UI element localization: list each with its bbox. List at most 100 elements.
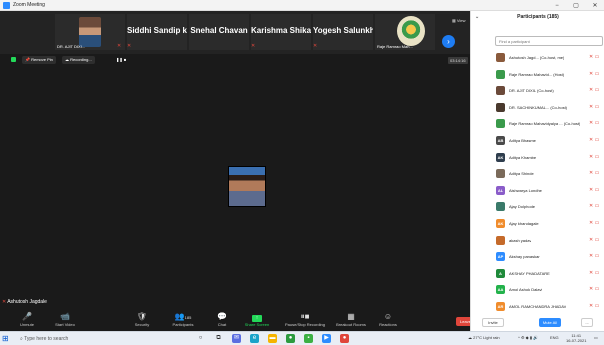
mic-video-off-icon: ✕ ▭ xyxy=(589,120,600,127)
encryption-shield-icon[interactable] xyxy=(11,57,16,62)
meeting-area: DR. AJIT DIXI... ✕ Siddhi Sandip k... ✕ … xyxy=(0,11,470,311)
mic-muted-icon: ✕ xyxy=(313,43,318,49)
participant-name: Aditya Shinde xyxy=(509,171,534,177)
app-window: Zoom Meeting − ▢ ✕ DR. AJIT DIXI... ✕ Si… xyxy=(0,0,604,345)
unmute-label: Unmute xyxy=(19,322,34,327)
participant-row[interactable]: akash yadav ✕ ▭ xyxy=(471,233,604,250)
college-logo-icon xyxy=(397,16,425,46)
mic-video-off-icon: ✕ ▭ xyxy=(589,203,600,210)
zoom-taskbar-icon[interactable]: ▶ xyxy=(322,334,331,343)
view-button[interactable]: ▦ View xyxy=(452,18,466,23)
cloud-icon: ☁ xyxy=(65,57,69,62)
participant-row[interactable]: AK Aditya Khambe ✕ ▭ xyxy=(471,150,604,167)
participant-row[interactable]: Ashutosh Jagd... (Co-host, me) ✕ ▭ xyxy=(471,50,604,67)
thumbnail-2[interactable]: Snehal Chavan xyxy=(189,14,249,50)
thumbnail-4[interactable]: Yogesh Salunkhe ✕ xyxy=(313,14,373,50)
chrome-icon[interactable]: ● xyxy=(286,334,295,343)
participant-row[interactable]: AP Akshay panaskar ✕ ▭ xyxy=(471,249,604,266)
reactions-label: Reactions xyxy=(379,322,397,327)
more-options-button[interactable]: ... xyxy=(581,318,593,327)
participant-row[interactable]: Ajay Dolphode ✕ ▭ xyxy=(471,199,604,216)
participant-row[interactable]: AR AMOL RAMCHANDRA JHADAV ✕ ▭ xyxy=(471,299,604,316)
participant-row[interactable]: Raje Ramrao Mahavidyalya ... (Co-host) ✕ … xyxy=(471,116,604,133)
start-video-label: Start Video xyxy=(55,322,75,327)
breakout-rooms-button[interactable]: ▦ Breakout Rooms xyxy=(332,311,370,331)
taskbar-search[interactable]: ⌕ Type here to search xyxy=(18,334,168,344)
thumbnail-1[interactable]: Siddhi Sandip k... ✕ xyxy=(127,14,187,50)
share-screen-button[interactable]: ↑ Share Screen xyxy=(240,311,274,331)
cortana-icon[interactable]: ○ xyxy=(196,334,205,343)
task-view-icon[interactable]: ⧉ xyxy=(214,334,223,343)
avatar xyxy=(496,119,505,129)
title-bar: Zoom Meeting − ▢ ✕ xyxy=(0,0,604,11)
stop-icon[interactable]: ■ xyxy=(124,57,126,62)
participant-row[interactable]: AK Ajay khandagale ✕ ▭ xyxy=(471,216,604,233)
participants-button[interactable]: 👥185 Participants xyxy=(166,311,200,331)
participant-row[interactable]: A AKSHAY PHADATARE ✕ ▭ xyxy=(471,266,604,283)
view-label: View xyxy=(456,18,466,23)
participants-icon-wrap: 👥185 xyxy=(166,311,200,322)
pause-stop-recording-label: Pause/Stop Recording xyxy=(284,322,326,327)
participant-row[interactable]: AA Amol Ashok Dalavi ✕ ▭ xyxy=(471,282,604,299)
chat-label: Chat xyxy=(217,322,227,327)
weather-icon: ☁ xyxy=(468,335,472,340)
smiley-icon: ☺ xyxy=(383,312,393,321)
participant-row[interactable]: AB Aditya Bhasme ✕ ▭ xyxy=(471,133,604,150)
mute-all-button[interactable]: Mute All xyxy=(539,318,561,327)
pause-stop-recording-button[interactable]: ⏸■ Pause/Stop Recording xyxy=(280,311,330,331)
windows-start-icon[interactable]: ⊞ xyxy=(2,334,11,343)
mic-muted-icon: ✕ xyxy=(117,43,122,49)
participant-row[interactable]: DR. AJIT DIXIL (Co-host) ✕ ▭ xyxy=(471,83,604,100)
thumbnail-0[interactable]: DR. AJIT DIXI... ✕ xyxy=(55,14,125,50)
participant-row[interactable]: DR. SACHINKUMAL... (Co-host) ✕ ▭ xyxy=(471,100,604,117)
thumbnail-3[interactable]: Karishma Shikal... ✕ xyxy=(251,14,311,50)
notifications-icon[interactable]: ▭ xyxy=(594,335,598,340)
mic-video-off-icon: ✕ ▭ xyxy=(589,70,600,77)
clock[interactable]: 11:41 16-07-2021 xyxy=(566,333,586,343)
participant-row[interactable]: Aditya Shinde ✕ ▭ xyxy=(471,166,604,183)
meeting-timer: 03:14:16 xyxy=(448,57,468,64)
weather-widget[interactable]: ☁ 27°C Light rain xyxy=(468,335,500,340)
security-button[interactable]: 🛡 Security xyxy=(128,311,156,331)
next-page-button[interactable]: › xyxy=(442,35,455,48)
participant-row[interactable]: AL Aishwarya Londhe ✕ ▭ xyxy=(471,183,604,200)
pause-stop-icon: ⏸■ xyxy=(300,312,310,321)
participant-search-input[interactable] xyxy=(495,36,603,46)
participant-name: Ashutosh Jagd... (Co-host, me) xyxy=(509,55,565,60)
system-tray-icons[interactable]: ^ ⚙ ◆ ▮ 🔊 xyxy=(518,335,538,340)
recording-controls[interactable]: ❚❚ ■ xyxy=(113,56,129,64)
pin-icon: 📌 xyxy=(25,57,30,62)
thumbnail-label: DR. AJIT DIXI... xyxy=(57,44,86,49)
security-label: Security xyxy=(134,322,150,327)
panel-options-icon[interactable]: ⌄ xyxy=(475,11,479,23)
pause-icon[interactable]: ❚❚ xyxy=(116,57,123,62)
file-explorer-icon[interactable]: ▬ xyxy=(268,334,277,343)
avatar xyxy=(496,69,505,79)
language-indicator[interactable]: ENG xyxy=(550,335,559,340)
invite-button[interactable]: Invite xyxy=(482,318,504,327)
chat-button[interactable]: 💬 Chat xyxy=(212,311,232,331)
reactions-button[interactable]: ☺ Reactions xyxy=(374,311,402,331)
participant-row[interactable]: Raje Ramrao Mahavid... (Host) ✕ ▭ xyxy=(471,67,604,84)
maximize-button[interactable]: ▢ xyxy=(567,0,585,11)
start-video-button[interactable]: 📹 Start Video xyxy=(48,311,82,331)
mail-icon[interactable]: ✉ xyxy=(232,334,241,343)
thumbnail-name: Yogesh Salunkhe xyxy=(313,26,373,35)
close-button[interactable]: ✕ xyxy=(586,0,604,11)
avatar: AK xyxy=(496,152,505,162)
mic-video-off-icon: ✕ ▭ xyxy=(589,253,600,260)
avatar: AB xyxy=(496,135,505,145)
mic-muted-icon: ✕ xyxy=(127,43,132,49)
mic-video-off-icon: ✕ ▭ xyxy=(589,170,600,177)
remove-pin-button[interactable]: 📌 Remove Pin xyxy=(22,56,56,64)
avatar: AL xyxy=(496,185,505,195)
edge-icon[interactable]: e xyxy=(250,334,259,343)
app-red-icon[interactable]: ● xyxy=(340,334,349,343)
clock-date: 16-07-2021 xyxy=(566,338,587,343)
active-speaker-label: ✕Ashutosh Jagdale xyxy=(2,299,47,305)
minimize-button[interactable]: − xyxy=(548,0,566,11)
app-icon[interactable]: ▪ xyxy=(304,334,313,343)
thumbnail-5[interactable]: Raje Ramrao Mah... xyxy=(375,14,435,50)
unmute-button[interactable]: 🎤 Unmute xyxy=(15,311,39,331)
thumbnail-label: Raje Ramrao Mah... xyxy=(377,44,413,49)
